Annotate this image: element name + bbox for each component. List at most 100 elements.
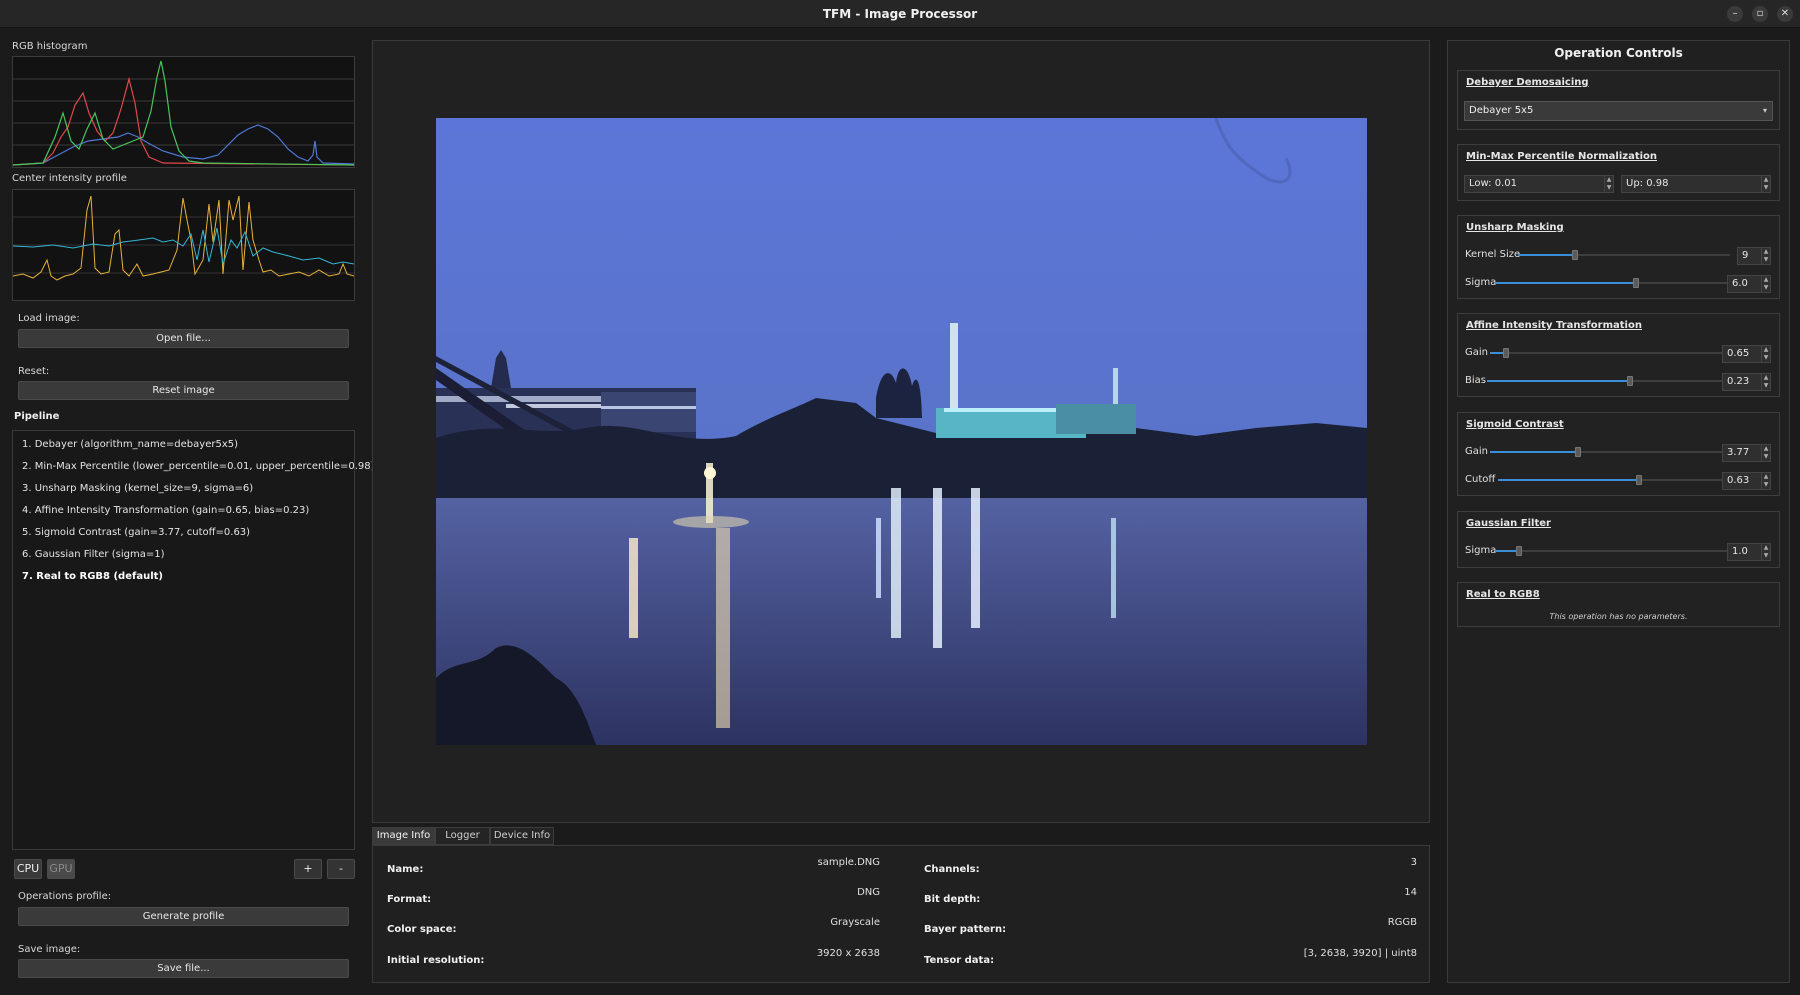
image-info-panel: Name: sample.DNG Format: DNG Color space…: [372, 845, 1430, 983]
spin-arrows-icon[interactable]: ▲ ▼: [1761, 346, 1770, 362]
list-item-selected[interactable]: 7. Real to RGB8 (default): [22, 571, 163, 582]
spin-arrows-icon[interactable]: ▲ ▼: [1761, 176, 1770, 192]
close-icon[interactable]: ✕: [1777, 6, 1793, 22]
affine-group: Affine Intensity Transformation Gain 0.6…: [1457, 313, 1780, 397]
gaussian-sigma-slider[interactable]: [1496, 546, 1730, 556]
open-file-button[interactable]: Open file...: [18, 329, 349, 348]
tensor-label: Tensor data:: [924, 955, 995, 966]
generate-profile-button[interactable]: Generate profile: [18, 907, 349, 926]
slider-handle[interactable]: [1633, 278, 1640, 288]
slider-handle[interactable]: [1572, 250, 1579, 260]
operations-profile-label: Operations profile:: [18, 891, 112, 902]
gaussian-title: Gaussian Filter: [1466, 518, 1551, 529]
histogram-label: RGB histogram: [12, 41, 88, 52]
list-item[interactable]: 6. Gaussian Filter (sigma=1): [22, 549, 164, 560]
reset-image-button[interactable]: Reset image: [18, 381, 349, 400]
list-item[interactable]: 5. Sigmoid Contrast (gain=3.77, cutoff=0…: [22, 527, 250, 538]
spin-arrows-icon[interactable]: ▲ ▼: [1761, 374, 1770, 390]
gaussian-sigma-spinbox[interactable]: 1.0 ▲ ▼: [1727, 543, 1771, 561]
tab-image-info[interactable]: Image Info: [372, 827, 435, 845]
sigmoid-cutoff-slider[interactable]: [1498, 475, 1722, 485]
affine-bias-slider[interactable]: [1487, 376, 1722, 386]
center-intensity-profile: [12, 189, 355, 301]
unsharp-sigma-value: 6.0: [1732, 278, 1748, 289]
unsharp-group: Unsharp Masking Kernel Size 9 ▲ ▼ Sigma 6…: [1457, 215, 1780, 299]
rgb8-title: Real to RGB8: [1466, 589, 1540, 600]
spin-arrows-icon[interactable]: ▲ ▼: [1761, 445, 1770, 461]
add-operation-button[interactable]: +: [294, 859, 322, 879]
slider-handle[interactable]: [1636, 475, 1643, 485]
chevron-down-icon: ▾: [1762, 106, 1767, 115]
spin-arrows-icon[interactable]: ▲ ▼: [1761, 473, 1770, 489]
reset-label: Reset:: [18, 366, 50, 377]
affine-gain-value: 0.65: [1727, 348, 1750, 359]
format-value: DNG: [857, 887, 880, 898]
tab-logger[interactable]: Logger: [435, 827, 490, 845]
pipeline-label: Pipeline: [14, 411, 60, 422]
sigmoid-title: Sigmoid Contrast: [1466, 419, 1564, 430]
list-item[interactable]: 1. Debayer (algorithm_name=debayer5x5): [22, 439, 238, 450]
save-file-button[interactable]: Save file...: [18, 959, 349, 978]
image-preview: [436, 118, 1367, 745]
sigmoid-gain-value: 3.77: [1727, 447, 1750, 458]
list-item[interactable]: 3. Unsharp Masking (kernel_size=9, sigma…: [22, 483, 253, 494]
unsharp-title: Unsharp Masking: [1466, 222, 1564, 233]
name-value: sample.DNG: [817, 857, 880, 868]
tab-device-info[interactable]: Device Info: [490, 827, 554, 845]
sigmoid-group: Sigmoid Contrast Gain 3.77 ▲ ▼ Cutoff 0.6…: [1457, 412, 1780, 496]
remove-operation-button[interactable]: -: [327, 859, 355, 879]
profile-yellow: [13, 195, 354, 281]
histogram-green: [13, 60, 354, 166]
minmax-low-spinbox[interactable]: Low: 0.01 ▲ ▼: [1464, 175, 1614, 193]
list-item[interactable]: 4. Affine Intensity Transformation (gain…: [22, 505, 309, 516]
load-image-label: Load image:: [18, 313, 80, 324]
gpu-button[interactable]: GPU: [47, 859, 75, 879]
minmax-low-value: Low: 0.01: [1469, 178, 1517, 189]
profile-cyan: [13, 227, 354, 265]
affine-bias-value: 0.23: [1727, 376, 1750, 387]
kernel-size-spinbox[interactable]: 9 ▲ ▼: [1737, 247, 1771, 265]
affine-bias-spinbox[interactable]: 0.23 ▲ ▼: [1722, 373, 1771, 391]
sigmoid-cutoff-label: Cutoff: [1465, 474, 1496, 485]
list-item[interactable]: 2. Min-Max Percentile (lower_percentile=…: [22, 461, 375, 472]
affine-gain-slider[interactable]: [1490, 348, 1722, 358]
maximize-icon[interactable]: ▫: [1752, 6, 1768, 22]
spin-arrows-icon[interactable]: ▲ ▼: [1761, 248, 1770, 264]
sigmoid-cutoff-spinbox[interactable]: 0.63 ▲ ▼: [1722, 472, 1771, 490]
minmax-group: Min-Max Percentile Normalization Low: 0.…: [1457, 144, 1780, 201]
kernel-size-slider[interactable]: [1518, 250, 1730, 260]
minimize-icon[interactable]: –: [1727, 6, 1743, 22]
slider-handle[interactable]: [1503, 348, 1510, 358]
affine-gain-spinbox[interactable]: 0.65 ▲ ▼: [1722, 345, 1771, 363]
minmax-up-value: Up: 0.98: [1626, 178, 1669, 189]
minmax-up-spinbox[interactable]: Up: 0.98 ▲ ▼: [1621, 175, 1771, 193]
unsharp-sigma-spinbox[interactable]: 6.0 ▲ ▼: [1727, 275, 1771, 293]
colorspace-label: Color space:: [387, 924, 457, 935]
operation-controls-title: Operation Controls: [1554, 46, 1683, 60]
cpu-button[interactable]: CPU: [14, 859, 42, 879]
sigmoid-gain-spinbox[interactable]: 3.77 ▲ ▼: [1722, 444, 1771, 462]
spin-arrows-icon[interactable]: ▲ ▼: [1604, 176, 1613, 192]
save-image-label: Save image:: [18, 944, 81, 955]
debayer-group: Debayer Demosaicing Debayer 5x5 ▾: [1457, 70, 1780, 130]
bayer-value: RGGB: [1387, 917, 1417, 928]
slider-handle[interactable]: [1575, 447, 1582, 457]
slider-handle[interactable]: [1627, 376, 1634, 386]
pipeline-list[interactable]: 1. Debayer (algorithm_name=debayer5x5) 2…: [12, 430, 375, 850]
slider-handle[interactable]: [1516, 546, 1523, 556]
rgb8-note: This operation has no parameters.: [1549, 612, 1688, 621]
unsharp-sigma-label: Sigma: [1465, 277, 1497, 288]
debayer-select[interactable]: Debayer 5x5 ▾: [1464, 101, 1773, 121]
bitdepth-value: 14: [1404, 887, 1417, 898]
sigmoid-gain-slider[interactable]: [1490, 447, 1722, 457]
unsharp-sigma-slider[interactable]: [1496, 278, 1730, 288]
tensor-value: [3, 2638, 3920] | uint8: [1303, 948, 1417, 959]
channels-value: 3: [1410, 857, 1417, 868]
sigmoid-cutoff-value: 0.63: [1727, 475, 1750, 486]
spin-arrows-icon[interactable]: ▲ ▼: [1761, 544, 1770, 560]
sigmoid-gain-label: Gain: [1465, 446, 1488, 457]
minmax-title: Min-Max Percentile Normalization: [1466, 151, 1658, 162]
name-label: Name:: [387, 864, 424, 875]
spin-arrows-icon[interactable]: ▲ ▼: [1761, 276, 1770, 292]
title-bar: TFM - Image Processor – ▫ ✕: [0, 0, 1800, 28]
